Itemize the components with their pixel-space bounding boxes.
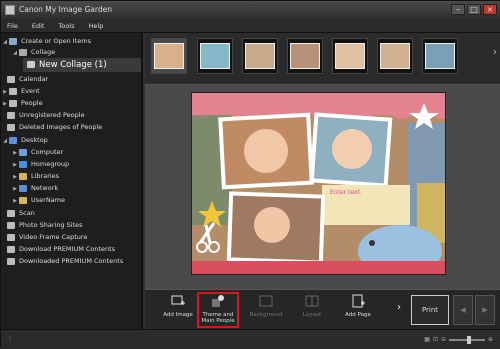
text-placeholder: Enter text. (330, 189, 362, 196)
menu-help[interactable]: Help (89, 19, 104, 32)
minimize-button[interactable]: – (451, 4, 465, 15)
library-icon (19, 172, 27, 180)
folder-icon (9, 37, 17, 45)
thumbnail[interactable] (287, 38, 323, 74)
sidebar-item-desktop[interactable]: ◢ Desktop (1, 135, 48, 146)
computer-icon (19, 148, 27, 156)
title-bar: Canon My Image Garden – □ × (1, 1, 500, 19)
sidebar-item-scan[interactable]: Scan (7, 208, 35, 219)
highlight-box (197, 292, 239, 328)
thumbnail[interactable] (332, 38, 368, 74)
previous-button[interactable]: ◀ (453, 295, 473, 325)
layout-button[interactable]: Layout (287, 294, 337, 318)
bottom-toolbar: Add Image Theme and Main People Backgrou… (145, 289, 500, 329)
sidebar-item-video-capture[interactable]: Video Frame Capture (7, 232, 87, 243)
sidebar-item-unregistered[interactable]: Unregistered People (7, 110, 85, 121)
network-icon (19, 184, 27, 192)
app-window: Canon My Image Garden – □ × File Edit To… (0, 0, 500, 349)
sidebar-item-event[interactable]: ▶ Event (1, 86, 40, 97)
sidebar: ◢ Create or Open Items ◢ Collage New Colla… (1, 33, 143, 329)
add-image-icon (171, 295, 185, 305)
sharing-icon (7, 221, 15, 229)
video-icon (7, 233, 15, 241)
sidebar-item-homegroup[interactable]: ▶ Homegroup (11, 159, 69, 170)
folder-icon (7, 257, 15, 265)
chevron-right-icon[interactable]: › (397, 302, 401, 313)
people-icon (9, 99, 17, 107)
add-page-button[interactable]: Add Page (333, 294, 383, 318)
sidebar-item-downloaded-premium[interactable]: Downloaded PREMIUM Contents (7, 256, 123, 267)
background-icon (259, 295, 273, 307)
sidebar-item-calendar[interactable]: Calendar (7, 74, 48, 85)
menu-bar: File Edit Tools Help (1, 19, 500, 33)
status-bar: ⋮ ▦ ⊡ ⊖ ⊕ (1, 329, 500, 349)
grid-view-icon[interactable]: ▦ (424, 336, 430, 343)
menu-file[interactable]: File (7, 19, 18, 32)
sidebar-item-people[interactable]: ▶ People (1, 98, 43, 109)
sidebar-item-create[interactable]: ◢ Create or Open Items (1, 36, 91, 47)
sidebar-item-network[interactable]: ▶ Network (11, 183, 58, 194)
menu-edit[interactable]: Edit (32, 19, 45, 32)
thumbnail-strip: › (145, 33, 500, 85)
person-icon (7, 111, 15, 119)
desktop-icon (9, 136, 17, 144)
download-icon (7, 245, 15, 253)
scan-icon (7, 209, 15, 217)
maximize-button[interactable]: □ (467, 4, 481, 15)
fit-icon[interactable]: ⊡ (433, 336, 438, 343)
event-icon (9, 87, 17, 95)
sidebar-item-computer[interactable]: ▶ Computer (11, 147, 63, 158)
sidebar-item-download-premium[interactable]: Download PREMIUM Contents (7, 244, 115, 255)
next-button[interactable]: ▶ (475, 295, 495, 325)
chevron-right-icon[interactable]: › (493, 47, 497, 58)
thumbnail[interactable] (422, 38, 458, 74)
thumbnail[interactable] (242, 38, 278, 74)
sidebar-item-new-collage[interactable]: New Collage (1) (23, 58, 141, 72)
collage-icon (27, 61, 35, 68)
app-icon (5, 5, 15, 15)
main-area: › Enter text. Add Image Theme and Main P… (145, 33, 500, 329)
thumbnail[interactable] (377, 38, 413, 74)
edit-canvas: Enter text. (145, 85, 500, 289)
sidebar-item-photo-sharing[interactable]: Photo Sharing Sites (7, 220, 83, 231)
sidebar-item-libraries[interactable]: ▶ Libraries (11, 171, 59, 182)
background-button[interactable]: Background (241, 294, 291, 318)
zoom-slider[interactable] (448, 335, 485, 344)
layout-icon (305, 295, 319, 307)
collage-icon (19, 48, 27, 56)
add-page-icon (352, 294, 365, 308)
sidebar-item-deleted-people[interactable]: Deleted Images of People (7, 122, 102, 133)
user-icon (19, 196, 27, 204)
calendar-icon (7, 75, 15, 83)
close-button[interactable]: × (483, 4, 497, 15)
menu-tools[interactable]: Tools (58, 19, 74, 32)
sidebar-item-username[interactable]: ▶ UserName (11, 195, 65, 206)
print-button[interactable]: Print (411, 295, 449, 325)
collage-page[interactable]: Enter text. (191, 92, 446, 275)
thumbnail[interactable] (197, 38, 233, 74)
homegroup-icon (19, 160, 27, 168)
person-icon (7, 123, 15, 131)
zoom-control: ▦ ⊡ ⊖ ⊕ (424, 335, 493, 344)
window-title: Canon My Image Garden (19, 5, 112, 14)
zoom-out-icon[interactable]: ⊖ (441, 336, 446, 343)
more-icon[interactable]: ⋮ (7, 335, 13, 342)
thumbnail[interactable] (151, 38, 187, 74)
zoom-in-icon[interactable]: ⊕ (488, 336, 493, 343)
collage-artwork: Enter text. (192, 93, 445, 274)
sidebar-item-collage[interactable]: ◢ Collage (11, 47, 55, 58)
